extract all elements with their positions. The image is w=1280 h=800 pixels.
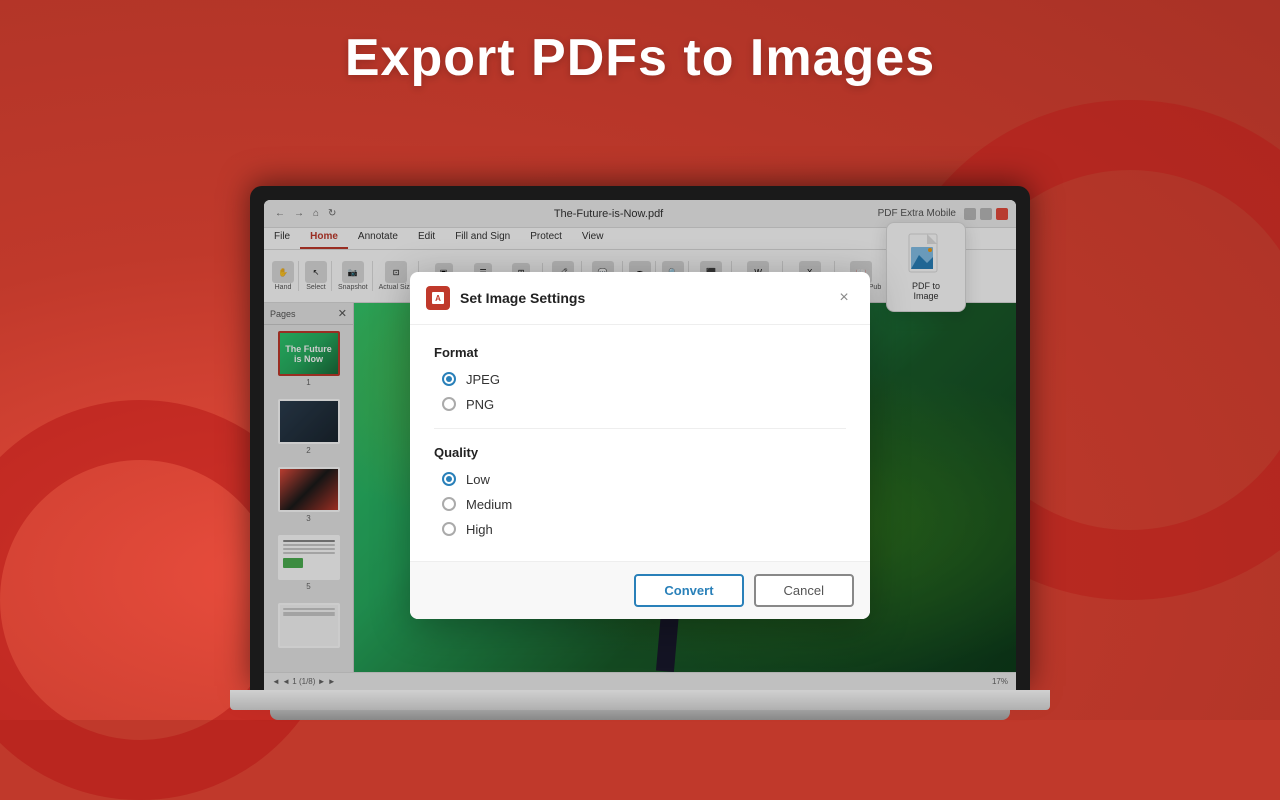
quality-low-option[interactable]: Low bbox=[442, 472, 846, 487]
page-title: Export PDFs to Images bbox=[0, 28, 1280, 88]
dialog-footer: Convert Cancel bbox=[410, 561, 870, 619]
laptop-screen: ← → ⌂ ↻ The-Future-is-Now.pdf PDF Extra … bbox=[264, 200, 1016, 690]
quality-low-radio[interactable] bbox=[442, 472, 456, 486]
quality-high-option[interactable]: High bbox=[442, 522, 846, 537]
quality-medium-option[interactable]: Medium bbox=[442, 497, 846, 512]
cancel-button[interactable]: Cancel bbox=[754, 574, 854, 607]
modal-overlay: A Set Image Settings × Format bbox=[264, 200, 1016, 690]
format-png-radio[interactable] bbox=[442, 397, 456, 411]
svg-text:A: A bbox=[435, 294, 441, 303]
format-jpeg-label: JPEG bbox=[466, 372, 500, 387]
laptop-base bbox=[230, 690, 1050, 710]
dialog-close-button[interactable]: × bbox=[834, 288, 854, 308]
quality-radio-group: Low Medium High bbox=[434, 472, 846, 537]
quality-low-label: Low bbox=[466, 472, 490, 487]
format-png-label: PNG bbox=[466, 397, 494, 412]
format-radio-group: JPEG PNG bbox=[434, 372, 846, 412]
format-section-label: Format bbox=[434, 345, 846, 360]
format-jpeg-option[interactable]: JPEG bbox=[442, 372, 846, 387]
dialog-body: Format JPEG PNG bbox=[410, 325, 870, 561]
laptop-container: ← → ⌂ ↻ The-Future-is-Now.pdf PDF Extra … bbox=[230, 186, 1050, 720]
quality-medium-label: Medium bbox=[466, 497, 512, 512]
quality-high-radio[interactable] bbox=[442, 522, 456, 536]
laptop-bottom bbox=[270, 710, 1010, 720]
quality-section-label: Quality bbox=[434, 445, 846, 460]
dialog-logo: A bbox=[426, 286, 450, 310]
convert-button[interactable]: Convert bbox=[634, 574, 743, 607]
app-logo-icon: A bbox=[429, 289, 447, 307]
quality-high-label: High bbox=[466, 522, 493, 537]
format-jpeg-radio[interactable] bbox=[442, 372, 456, 386]
dialog-header: A Set Image Settings × bbox=[410, 272, 870, 325]
format-quality-divider bbox=[434, 428, 846, 429]
app-window: ← → ⌂ ↻ The-Future-is-Now.pdf PDF Extra … bbox=[264, 200, 1016, 690]
quality-medium-radio[interactable] bbox=[442, 497, 456, 511]
format-png-option[interactable]: PNG bbox=[442, 397, 846, 412]
set-image-settings-dialog: A Set Image Settings × Format bbox=[410, 272, 870, 619]
screen-bezel: ← → ⌂ ↻ The-Future-is-Now.pdf PDF Extra … bbox=[250, 186, 1030, 690]
dialog-title: Set Image Settings bbox=[460, 290, 824, 306]
